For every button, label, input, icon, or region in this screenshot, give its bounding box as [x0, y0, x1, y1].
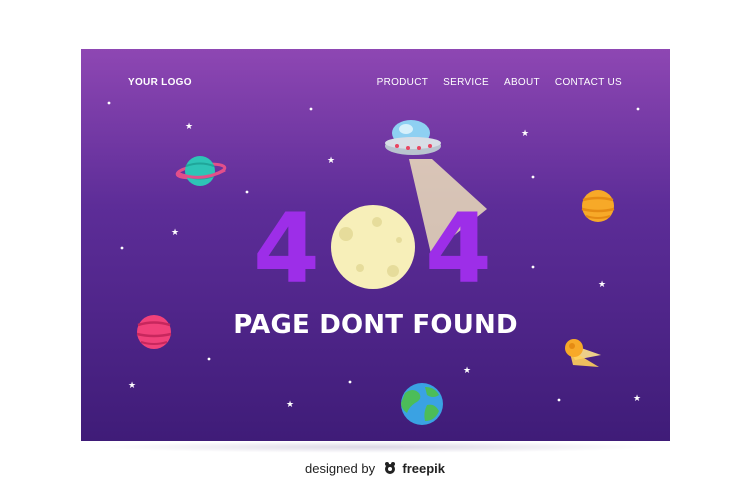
earth-icon	[401, 383, 443, 425]
planet-orange-icon	[581, 190, 615, 222]
card-shadow	[95, 441, 655, 453]
ufo-icon	[385, 120, 441, 155]
site-logo[interactable]: YOUR LOGO	[128, 77, 192, 88]
main-nav: PRODUCT SERVICE ABOUT CONTACT US	[377, 77, 622, 88]
planet-teal-ringed-icon	[175, 156, 227, 186]
space-scene: ★ ★ ★ ★ ★ ★ ★ ★ ★	[107, 101, 641, 425]
svg-text:★: ★	[327, 155, 335, 165]
attribution-brand[interactable]: freepik	[402, 461, 445, 476]
nav-contact-us[interactable]: CONTACT US	[555, 77, 622, 88]
error-message: PAGE DONT FOUND	[233, 310, 518, 340]
svg-text:★: ★	[128, 380, 136, 390]
error-digit-right: 4	[425, 193, 492, 305]
svg-text:★: ★	[598, 279, 606, 289]
attribution-prefix: designed by	[304, 461, 376, 476]
nav-product[interactable]: PRODUCT	[377, 77, 429, 88]
attribution: designed by freepik	[0, 461, 750, 476]
svg-text:★: ★	[286, 399, 294, 409]
svg-text:★: ★	[171, 227, 179, 237]
moon-icon	[331, 205, 415, 289]
svg-text:★: ★	[463, 365, 471, 375]
nav-service[interactable]: SERVICE	[443, 77, 489, 88]
nav-about[interactable]: ABOUT	[504, 77, 540, 88]
landing-card: ★ ★ ★ ★ ★ ★ ★ ★ ★ YOUR LOGO PRODUCT SERV…	[81, 49, 670, 441]
comet-icon	[565, 339, 601, 367]
error-digit-left: 4	[253, 193, 320, 305]
svg-text:★: ★	[633, 393, 641, 403]
svg-text:★: ★	[185, 121, 193, 131]
svg-text:★: ★	[521, 128, 529, 138]
freepik-logo-icon	[384, 462, 395, 474]
